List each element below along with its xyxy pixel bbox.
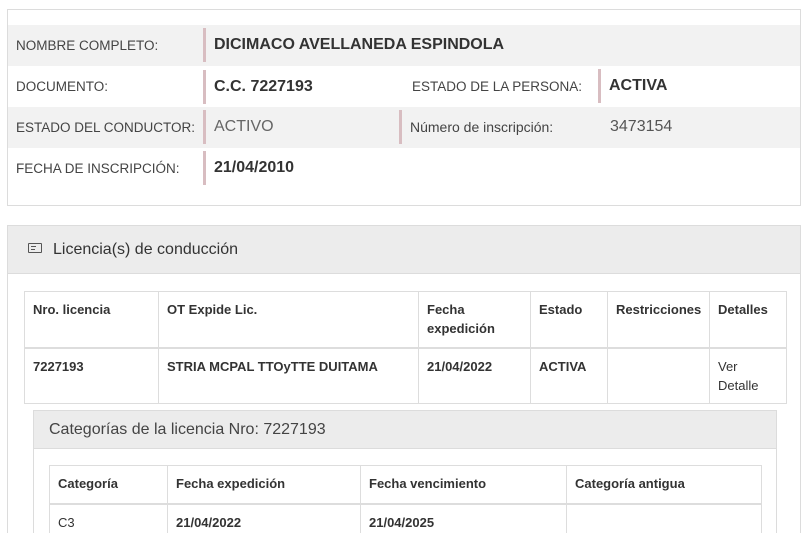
col-nro-licencia: Nro. licencia [24,291,159,349]
estado-persona-label: ESTADO DE LA PERSONA: [412,79,583,94]
categories-title: Categorías de la licencia Nro: 7227193 [49,421,326,438]
cell-ot: STRIA MCPAL TTOyTTE DUITAMA [158,347,419,404]
table-row: C3 21/04/2022 21/04/2025 [49,503,762,533]
cell-fecha: 21/04/2022 [418,347,531,404]
licenses-header-row: Nro. licencia OT Expide Lic. Fecha exped… [24,291,787,349]
cell-estado: ACTIVA [530,347,608,404]
col-cat-vencimiento: Fecha vencimiento [360,465,567,505]
row-estado-conductor: ESTADO DEL CONDUCTOR: ACTIVO Número de i… [8,107,800,148]
nombre-label: NOMBRE COMPLETO: [16,38,159,53]
cell-cat-antigua [566,503,762,533]
table-row: 7227193 STRIA MCPAL TTOyTTE DUITAMA 21/0… [24,347,787,404]
ver-detalle-link[interactable]: Ver Detalle [709,347,787,404]
col-cat-expedicion: Fecha expedición [167,465,361,505]
cell-cat-expedicion: 21/04/2022 [167,503,361,533]
cell-categoria: C3 [49,503,168,533]
categories-table: Categoría Fecha expedición Fecha vencimi… [49,465,762,533]
licenses-panel: Licencia(s) de conducción Nro. licencia … [7,225,801,533]
cell-nro: 7227193 [24,347,159,404]
col-categoria: Categoría [49,465,168,505]
cell-cat-vencimiento: 21/04/2025 [360,503,567,533]
row-fecha-inscripcion: FECHA DE INSCRIPCIÓN: 21/04/2010 [8,148,800,189]
estado-conductor-value: ACTIVO [203,110,274,144]
row-nombre: NOMBRE COMPLETO: DICIMACO AVELLANEDA ESP… [8,25,800,66]
row-documento: DOCUMENTO: C.C. 7227193 ESTADO DE LA PER… [8,66,800,107]
person-info-card: NOMBRE COMPLETO: DICIMACO AVELLANEDA ESP… [7,9,801,206]
fecha-inscripcion-label: FECHA DE INSCRIPCIÓN: [16,161,180,176]
nombre-value: DICIMACO AVELLANEDA ESPINDOLA [203,28,504,62]
documento-label: DOCUMENTO: [16,79,109,94]
categories-panel-header: Categorías de la licencia Nro: 7227193 [34,411,776,449]
licenses-panel-header: Licencia(s) de conducción [8,226,800,274]
categories-header-row: Categoría Fecha expedición Fecha vencimi… [49,465,762,505]
fecha-inscripcion-value: 21/04/2010 [203,151,294,185]
col-restricciones: Restricciones [607,291,710,349]
licenses-table: Nro. licencia OT Expide Lic. Fecha exped… [24,291,787,404]
col-cat-antigua: Categoría antigua [566,465,762,505]
cell-restricciones [607,347,710,404]
inscripcion-num-label: Número de inscripción: [399,110,553,144]
estado-persona-value: ACTIVA [598,69,667,103]
inscripcion-num-value: 3473154 [610,118,673,135]
licenses-title: Licencia(s) de conducción [53,241,238,258]
categories-panel: Categorías de la licencia Nro: 7227193 C… [33,410,777,533]
col-ot-expide: OT Expide Lic. [158,291,419,349]
col-detalles: Detalles [709,291,787,349]
documento-value: C.C. 7227193 [203,70,313,104]
col-fecha-expedicion: Fecha expedición [418,291,531,349]
id-card-icon [28,243,42,253]
estado-conductor-label: ESTADO DEL CONDUCTOR: [16,120,196,135]
col-estado: Estado [530,291,608,349]
